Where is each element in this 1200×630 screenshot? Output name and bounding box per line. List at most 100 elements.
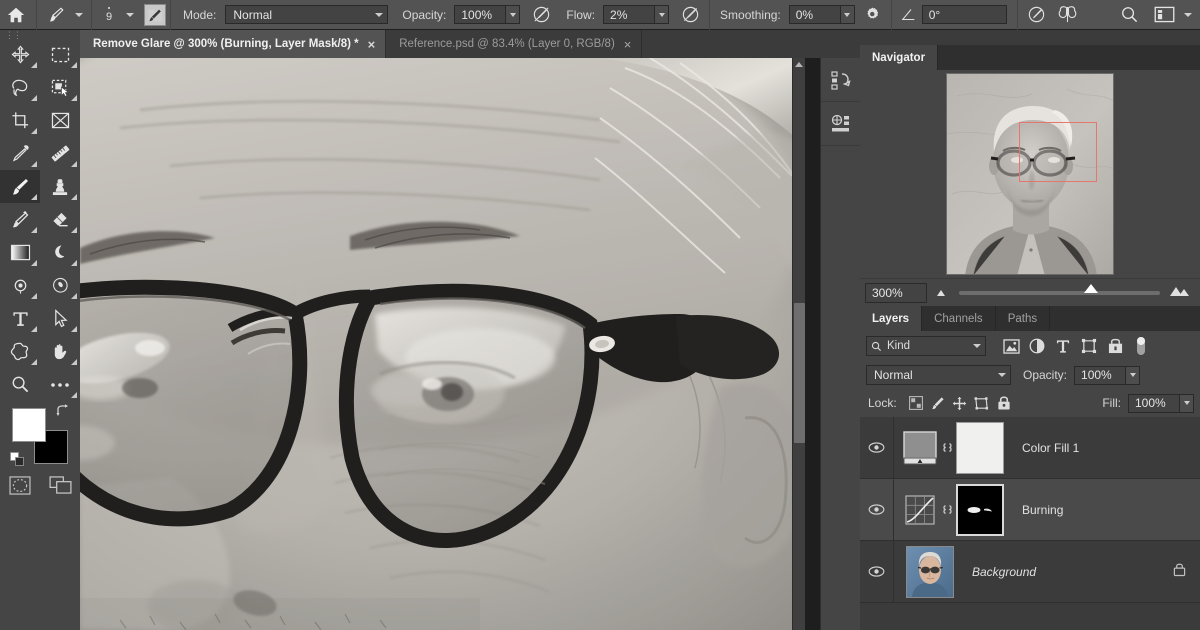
- close-icon[interactable]: ×: [624, 38, 632, 51]
- gradient-tool[interactable]: [0, 236, 40, 269]
- pressure-opacity-icon[interactable]: [526, 0, 556, 30]
- layer-thumbnail-background-photo[interactable]: [906, 545, 954, 598]
- default-colors-icon[interactable]: [10, 452, 25, 472]
- layer-name[interactable]: Background: [972, 565, 1036, 579]
- workspace-chevron-icon[interactable]: [1180, 0, 1196, 30]
- hand-tool[interactable]: [40, 335, 80, 368]
- lock-artboard-nesting-icon[interactable]: [971, 389, 993, 417]
- filter-pixel-icon[interactable]: [998, 331, 1024, 361]
- zoom-out-icon[interactable]: [936, 284, 950, 302]
- quick-mask-icon[interactable]: [0, 470, 40, 500]
- table-row[interactable]: Background: [860, 540, 1200, 603]
- flow-input[interactable]: 2%: [603, 5, 656, 24]
- dodge-burn-tool[interactable]: [40, 236, 80, 269]
- rectangular-marquee-tool[interactable]: [40, 38, 80, 71]
- brush-preset-chevron-icon[interactable]: [71, 0, 87, 30]
- filter-adjustment-icon[interactable]: [1024, 331, 1050, 361]
- brush-angle-input[interactable]: 0°: [921, 5, 1007, 24]
- blur-tool[interactable]: [0, 269, 40, 302]
- filter-shape-icon[interactable]: [1076, 331, 1102, 361]
- pressure-size-icon[interactable]: [1022, 0, 1052, 30]
- opacity-chevron-icon[interactable]: [506, 5, 521, 24]
- document-canvas[interactable]: [80, 58, 820, 630]
- flow-chevron-icon[interactable]: [655, 5, 670, 24]
- brush-icon[interactable]: [41, 0, 71, 30]
- pen-tool[interactable]: [40, 269, 80, 302]
- screen-mode-icon[interactable]: [40, 470, 80, 500]
- filter-toggle[interactable]: [1128, 331, 1154, 361]
- home-icon[interactable]: [0, 0, 32, 30]
- zoom-in-icon[interactable]: [1169, 284, 1191, 302]
- layer-visibility-toggle[interactable]: [860, 416, 894, 479]
- move-tool[interactable]: [0, 38, 40, 71]
- document-tab-reference[interactable]: Reference.psd @ 83.4% (Layer 0, RGB/8) ×: [386, 30, 643, 58]
- eraser-tool[interactable]: [40, 203, 80, 236]
- object-selection-tool[interactable]: [40, 71, 80, 104]
- layer-name[interactable]: Burning: [1022, 503, 1063, 517]
- table-row[interactable]: Color Fill 1: [860, 416, 1200, 479]
- canvas-vertical-scrollbar[interactable]: [792, 58, 805, 630]
- lock-position-icon[interactable]: [949, 389, 971, 417]
- filter-smart-object-icon[interactable]: [1102, 331, 1128, 361]
- workspace-switcher-icon[interactable]: [1148, 0, 1180, 30]
- clone-stamp-tool[interactable]: [40, 170, 80, 203]
- lasso-tool[interactable]: [0, 71, 40, 104]
- scroll-up-icon[interactable]: [795, 62, 803, 67]
- search-icon[interactable]: [1110, 0, 1148, 30]
- gear-icon[interactable]: [859, 0, 887, 30]
- navigator-thumbnail[interactable]: [946, 73, 1114, 275]
- tab-channels[interactable]: Channels: [922, 306, 996, 331]
- tab-navigator[interactable]: Navigator: [860, 45, 939, 70]
- smoothing-input[interactable]: 0%: [788, 5, 841, 24]
- lock-transparent-pixels-icon[interactable]: [905, 389, 927, 417]
- zoom-tool[interactable]: [0, 368, 40, 401]
- layer-mask-thumbnail-white[interactable]: [956, 421, 1004, 474]
- close-icon[interactable]: ×: [368, 38, 376, 51]
- layer-opacity-input[interactable]: 100%: [1074, 365, 1127, 385]
- layer-mask-link-icon[interactable]: [938, 439, 956, 456]
- lock-image-pixels-icon[interactable]: [927, 389, 949, 417]
- tab-paths[interactable]: Paths: [996, 306, 1051, 331]
- navigator-zoom-slider[interactable]: [959, 283, 1160, 295]
- layer-mask-link-icon[interactable]: [938, 501, 956, 518]
- layer-blend-mode-select[interactable]: Normal: [866, 365, 1011, 385]
- brush-preset-icon[interactable]: [144, 3, 166, 26]
- airbrush-icon[interactable]: [675, 0, 705, 30]
- brush-size-display[interactable]: 9: [96, 0, 122, 30]
- layer-opacity-chevron-icon[interactable]: [1126, 365, 1141, 385]
- smoothing-chevron-icon[interactable]: [840, 5, 855, 24]
- layer-visibility-toggle[interactable]: [860, 540, 894, 603]
- blend-mode-select[interactable]: Normal: [225, 5, 389, 24]
- eyedropper-tool[interactable]: [0, 137, 40, 170]
- opacity-input[interactable]: 100%: [454, 5, 507, 24]
- layer-visibility-toggle[interactable]: [860, 478, 894, 541]
- path-selection-tool[interactable]: [40, 302, 80, 335]
- table-row[interactable]: Burning: [860, 478, 1200, 541]
- navigator-zoom-input[interactable]: 300%: [865, 282, 927, 303]
- scrollbar-thumb[interactable]: [794, 303, 805, 443]
- layer-fill-input[interactable]: 100%: [1128, 393, 1180, 413]
- navigator-preview[interactable]: [860, 70, 1200, 278]
- frame-tool[interactable]: [40, 104, 80, 137]
- history-panel-button[interactable]: [821, 58, 861, 102]
- shape-tool[interactable]: [0, 335, 40, 368]
- swap-colors-icon[interactable]: [56, 404, 70, 421]
- brush-size-chevron-icon[interactable]: [122, 0, 138, 30]
- zoom-slider-knob[interactable]: [1083, 283, 1098, 293]
- edit-toolbar-button[interactable]: [40, 368, 80, 401]
- ruler-tool[interactable]: [40, 137, 80, 170]
- foreground-color-swatch[interactable]: [12, 408, 46, 442]
- properties-panel-button[interactable]: [821, 102, 861, 146]
- layer-name[interactable]: Color Fill 1: [1022, 441, 1079, 455]
- tab-layers[interactable]: Layers: [860, 306, 923, 331]
- document-tab-remove-glare[interactable]: Remove Glare @ 300% (Burning, Layer Mask…: [80, 30, 387, 58]
- healing-brush-tool[interactable]: [0, 203, 40, 236]
- brush-tool[interactable]: [0, 170, 40, 203]
- layer-fill-chevron-icon[interactable]: [1180, 393, 1194, 413]
- crop-tool[interactable]: [0, 104, 40, 137]
- lock-all-icon[interactable]: [993, 389, 1015, 417]
- layer-thumbnail-solid-color[interactable]: [902, 430, 938, 466]
- symmetry-butterfly-icon[interactable]: [1052, 0, 1084, 30]
- type-tool[interactable]: [0, 302, 40, 335]
- layer-mask-thumbnail-burning[interactable]: [956, 483, 1004, 536]
